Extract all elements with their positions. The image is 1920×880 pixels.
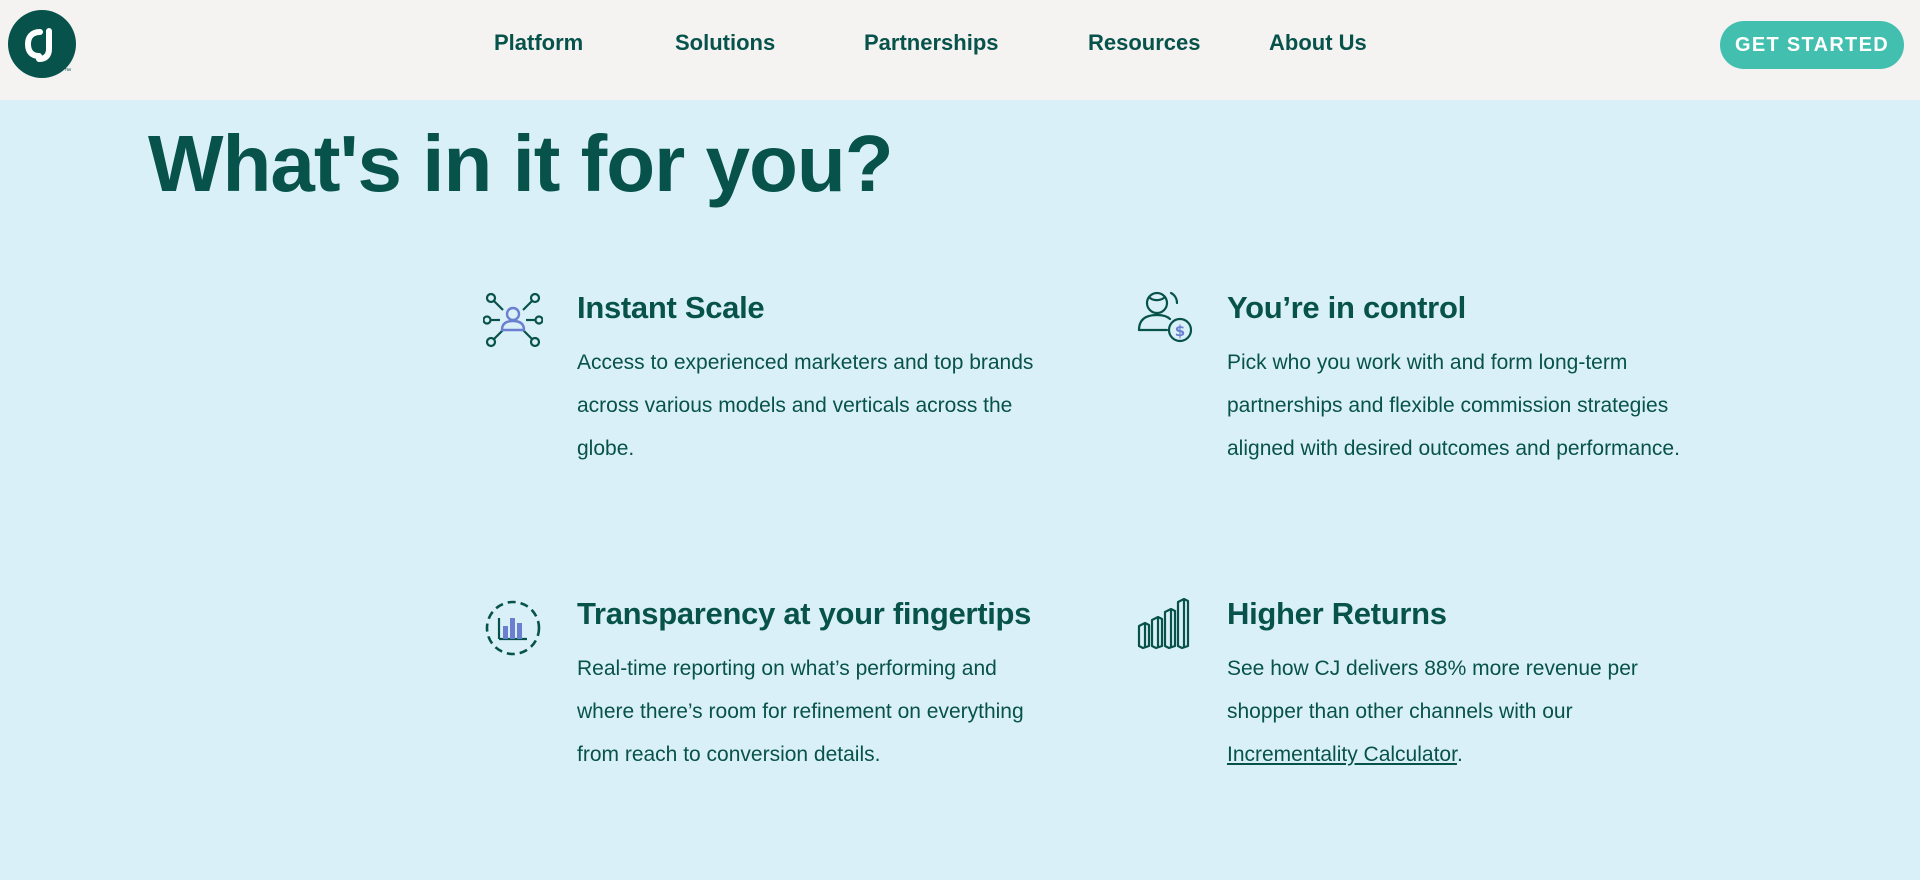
description-text: See how CJ delivers 88% more revenue per… (1227, 657, 1638, 723)
incrementality-calculator-link[interactable]: Incrementality Calculator (1227, 743, 1457, 766)
feature-description: Real-time reporting on what’s performing… (577, 657, 1024, 766)
feature-description: See how CJ delivers 88% more revenue per… (1227, 647, 1687, 776)
cj-logo-icon (24, 28, 52, 62)
feature-title: Higher Returns (1227, 596, 1447, 631)
section-title: What's in it for you? (148, 119, 894, 208)
feature-description: Access to experienced marketers and top … (577, 351, 1034, 460)
bar-chart-circle-icon (485, 600, 541, 656)
nav-platform[interactable]: Platform (494, 30, 583, 56)
get-started-button[interactable]: GET STARTED (1720, 21, 1904, 69)
nav-about-us[interactable]: About Us (1269, 30, 1367, 56)
person-dollar-icon: $ (1137, 291, 1193, 343)
feature-description: Pick who you work with and form long-ter… (1227, 351, 1680, 460)
network-people-icon (483, 292, 543, 348)
feature-title: You’re in control (1227, 290, 1466, 325)
trademark-symbol: ™ (64, 68, 71, 75)
feature-in-control: $ You’re in control Pick who you work wi… (1137, 290, 1687, 470)
rising-bars-icon (1137, 597, 1190, 650)
nav-solutions[interactable]: Solutions (675, 30, 775, 56)
site-header: ™ Platform Solutions Partnerships Resour… (0, 0, 1920, 100)
feature-title: Instant Scale (577, 290, 765, 325)
nav-partnerships[interactable]: Partnerships (864, 30, 999, 56)
feature-title: Transparency at your fingertips (577, 596, 1032, 631)
feature-instant-scale: Instant Scale Access to experienced mark… (483, 290, 1037, 470)
feature-higher-returns: Higher Returns See how CJ delivers 88% m… (1137, 596, 1687, 776)
description-end: . (1456, 743, 1463, 766)
nav-resources[interactable]: Resources (1088, 30, 1201, 56)
svg-text:$: $ (1175, 322, 1185, 340)
feature-transparency: Transparency at your fingertips Real-tim… (485, 596, 1037, 776)
